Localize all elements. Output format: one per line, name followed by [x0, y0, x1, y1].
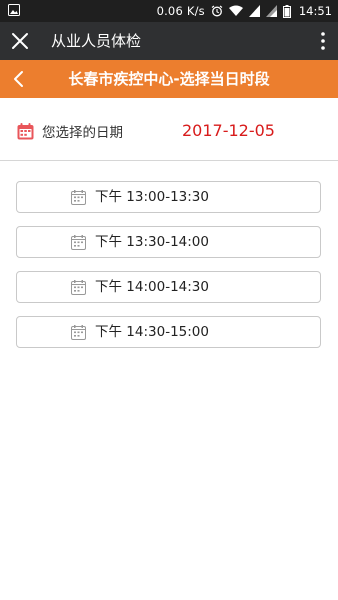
app-title: 从业人员体检 — [51, 32, 142, 50]
time-slot-button[interactable]: 下午 14:00-14:30 — [16, 271, 321, 303]
clock: 14:51 — [298, 4, 332, 18]
time-slot-button[interactable]: 下午 13:00-13:30 — [16, 181, 321, 213]
more-icon[interactable] — [320, 31, 326, 51]
selected-date-value: 2017-12-05 — [182, 121, 275, 140]
image-icon — [8, 4, 20, 16]
time-slot-label: 下午 14:30-15:00 — [95, 324, 209, 340]
time-slot-button[interactable]: 下午 13:30-14:00 — [16, 226, 321, 258]
time-slot-label: 下午 13:30-14:00 — [95, 234, 209, 250]
calendar-icon — [71, 325, 86, 340]
close-icon[interactable] — [10, 31, 30, 51]
battery-icon — [282, 4, 291, 18]
net-speed: 0.06 K/s — [156, 4, 205, 18]
alarm-icon — [211, 5, 223, 17]
status-bar: 0.06 K/s 14:51 — [0, 0, 338, 22]
calendar-icon — [17, 123, 34, 140]
signal-icon — [265, 5, 277, 17]
page-header: 长春市疾控中心-选择当日时段 — [0, 60, 338, 98]
signal-icon — [248, 5, 260, 17]
selected-date-label: 您选择的日期 — [42, 125, 123, 141]
time-slot-label: 下午 13:00-13:30 — [95, 189, 209, 205]
wifi-icon — [228, 5, 243, 16]
page-title: 长春市疾控中心-选择当日时段 — [68, 70, 270, 88]
calendar-icon — [71, 280, 86, 295]
calendar-icon — [71, 190, 86, 205]
calendar-icon — [71, 235, 86, 250]
status-right: 0.06 K/s 14:51 — [157, 0, 332, 22]
time-slot-button[interactable]: 下午 14:30-15:00 — [16, 316, 321, 348]
selected-date-row: 您选择的日期 2017-12-05 — [0, 98, 338, 161]
time-slot-label: 下午 14:00-14:30 — [95, 279, 209, 295]
app-title-bar: 从业人员体检 — [0, 22, 338, 60]
